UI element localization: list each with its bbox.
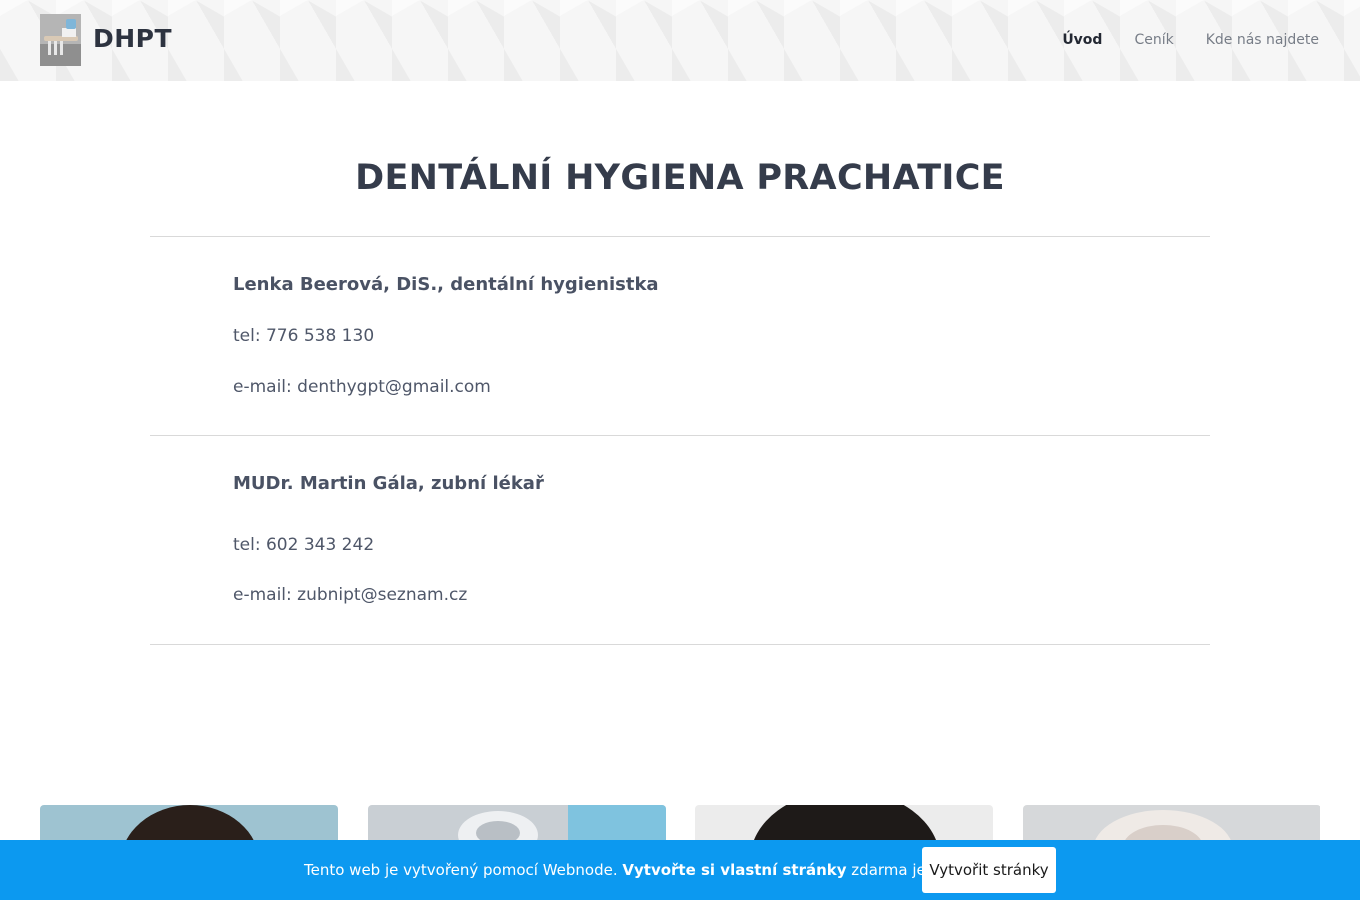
nav-item-cenik[interactable]: Ceník bbox=[1134, 31, 1173, 49]
contact-email: e-mail: zubnipt@seznam.cz bbox=[233, 585, 468, 605]
nav-item-kde-nas-najdete[interactable]: Kde nás najdete bbox=[1206, 31, 1319, 49]
divider bbox=[150, 236, 1210, 237]
page-title: DENTÁLNÍ HYGIENA PRACHATICE bbox=[355, 158, 1005, 198]
nav-item-uvod[interactable]: Úvod bbox=[1062, 31, 1102, 49]
main-nav: Úvod Ceník Kde nás najdete bbox=[1030, 31, 1319, 49]
contact-phone: tel: 776 538 130 bbox=[233, 326, 375, 346]
contact-name: Lenka Beerová, DiS., dentální hygienistk… bbox=[233, 274, 659, 295]
promo-text-bold: Vytvořte si vlastní stránky bbox=[622, 861, 847, 879]
promo-text-before: Tento web je vytvořený pomocí Webnode. bbox=[304, 861, 623, 879]
webnode-promo-bar: Tento web je vytvořený pomocí Webnode. V… bbox=[0, 840, 1360, 900]
contact-phone: tel: 602 343 242 bbox=[233, 535, 375, 555]
divider bbox=[150, 644, 1210, 645]
site-logo-image[interactable] bbox=[40, 14, 81, 66]
site-brand-name[interactable]: DHPT bbox=[93, 24, 172, 54]
site-header: DHPT Úvod Ceník Kde nás najdete bbox=[0, 0, 1360, 81]
divider bbox=[150, 435, 1210, 436]
contact-name: MUDr. Martin Gála, zubní lékař bbox=[233, 473, 544, 494]
create-site-button[interactable]: Vytvořit stránky bbox=[922, 847, 1056, 893]
toothbrush-icon bbox=[40, 14, 81, 66]
promo-text: Tento web je vytvořený pomocí Webnode. V… bbox=[304, 860, 996, 880]
contact-email: e-mail: denthygpt@gmail.com bbox=[233, 377, 491, 397]
